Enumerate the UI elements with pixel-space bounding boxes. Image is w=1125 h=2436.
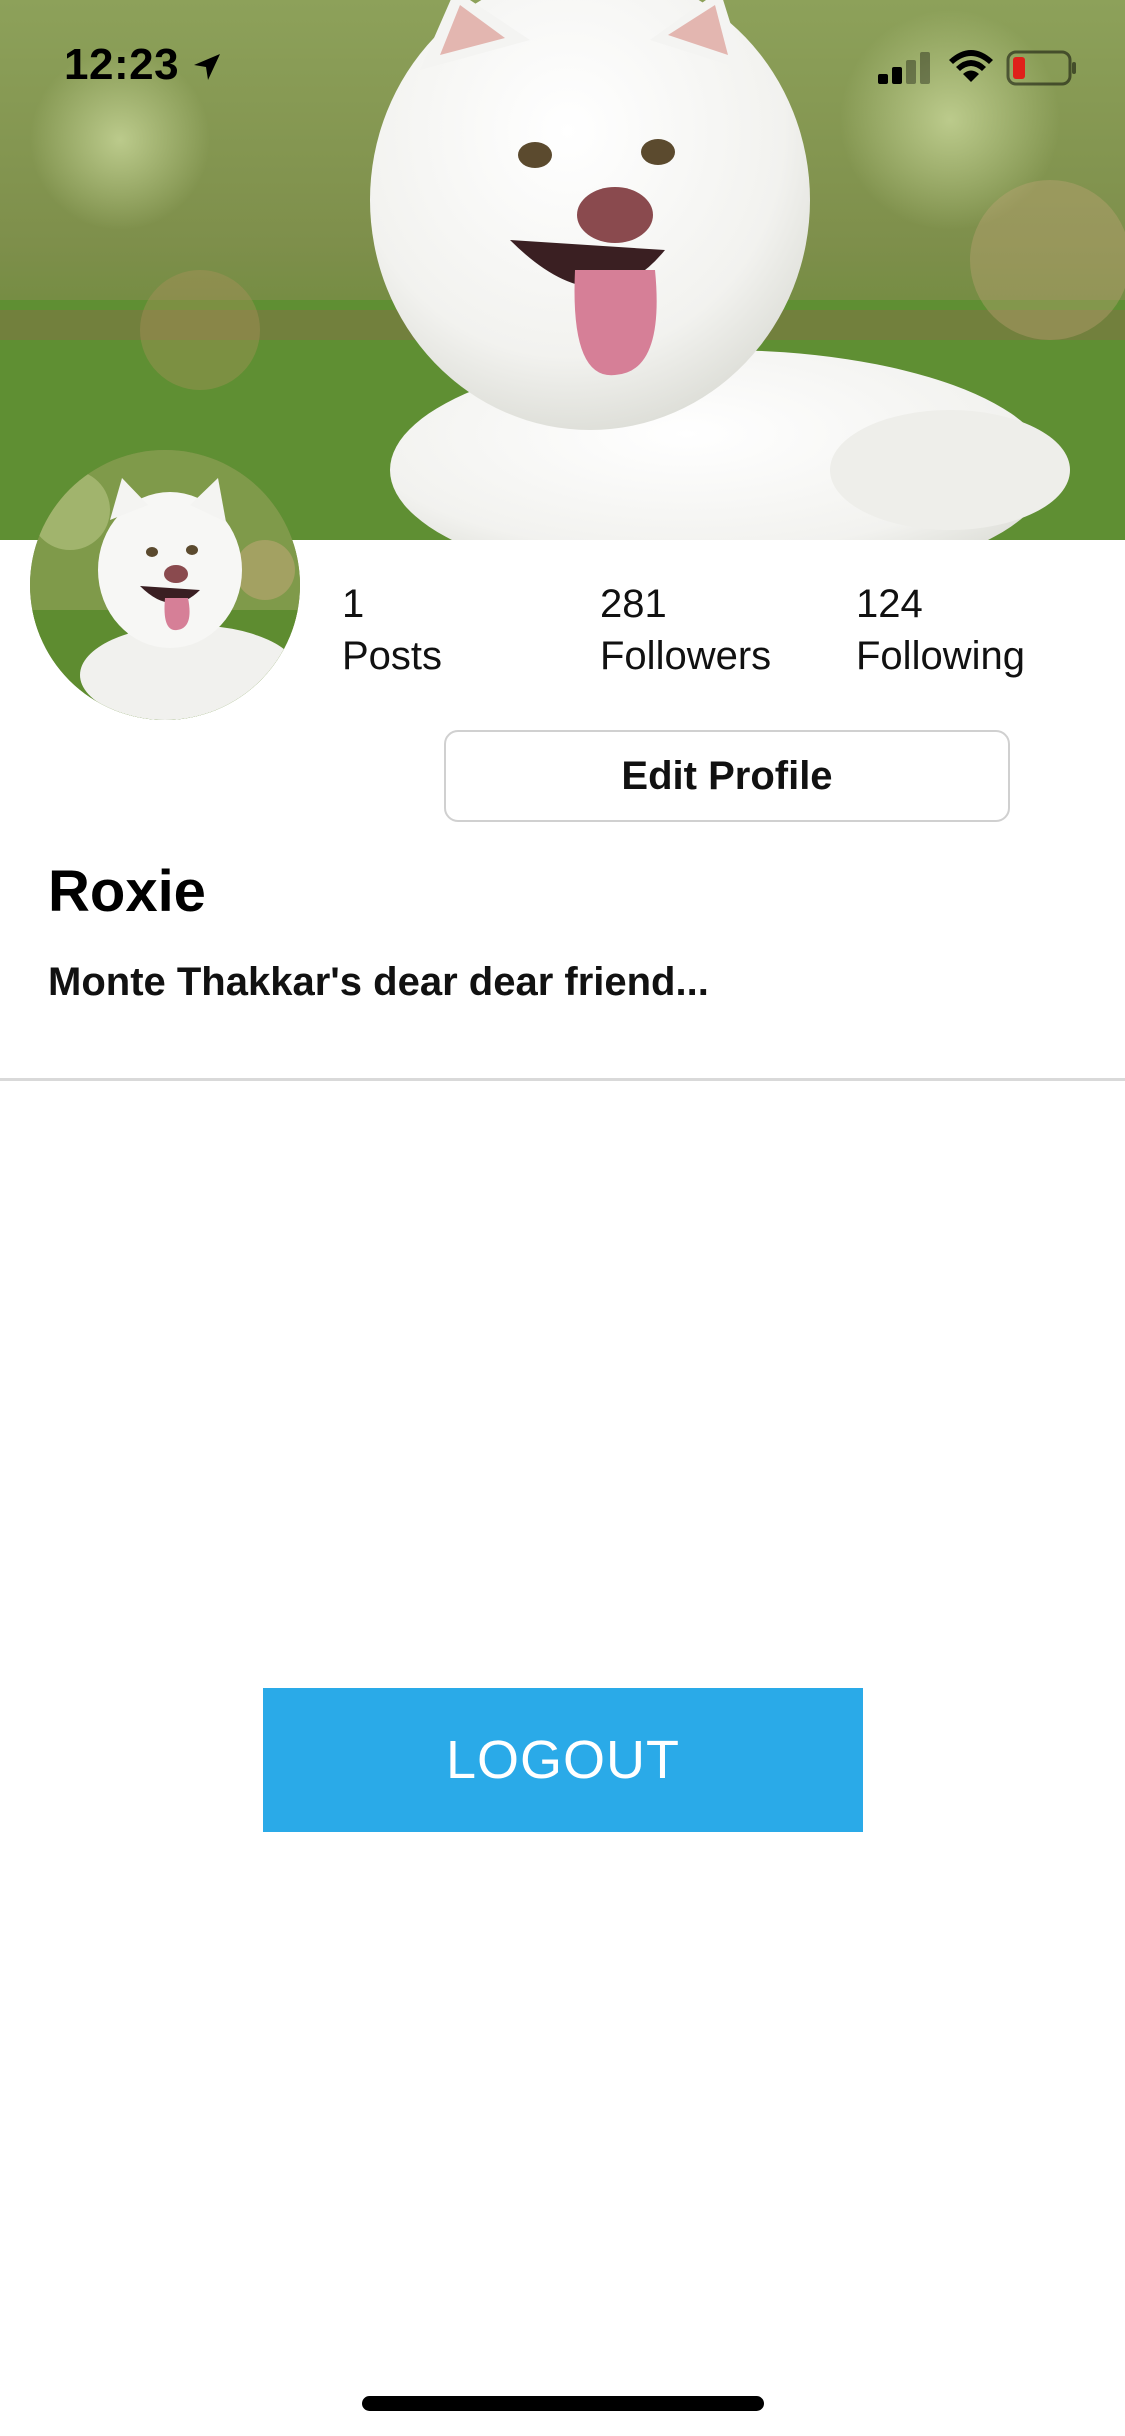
status-bar: 12:23	[0, 0, 1125, 132]
divider	[0, 1078, 1125, 1081]
home-indicator[interactable]	[362, 2396, 764, 2411]
profile-avatar[interactable]	[30, 450, 300, 720]
following-count: 124	[856, 582, 923, 626]
stat-following[interactable]: 124 Following	[856, 578, 1025, 682]
edit-profile-button[interactable]: Edit Profile	[444, 730, 1010, 822]
following-label: Following	[856, 634, 1025, 678]
location-arrow-icon	[192, 52, 222, 87]
followers-count: 281	[600, 582, 667, 626]
stat-posts[interactable]: 1 Posts	[342, 578, 442, 682]
cellular-signal-icon	[878, 52, 934, 89]
stat-followers[interactable]: 281 Followers	[600, 578, 771, 682]
wifi-icon	[948, 48, 994, 89]
logout-button[interactable]: LOGOUT	[263, 1688, 863, 1832]
profile-name: Roxie	[48, 859, 206, 924]
followers-label: Followers	[600, 634, 772, 678]
posts-label: Posts	[342, 634, 443, 678]
profile-bio: Monte Thakkar's dear dear friend...	[48, 960, 709, 1004]
battery-low-icon	[1006, 50, 1078, 91]
posts-count: 1	[342, 582, 365, 626]
status-time: 12:23	[64, 40, 180, 89]
